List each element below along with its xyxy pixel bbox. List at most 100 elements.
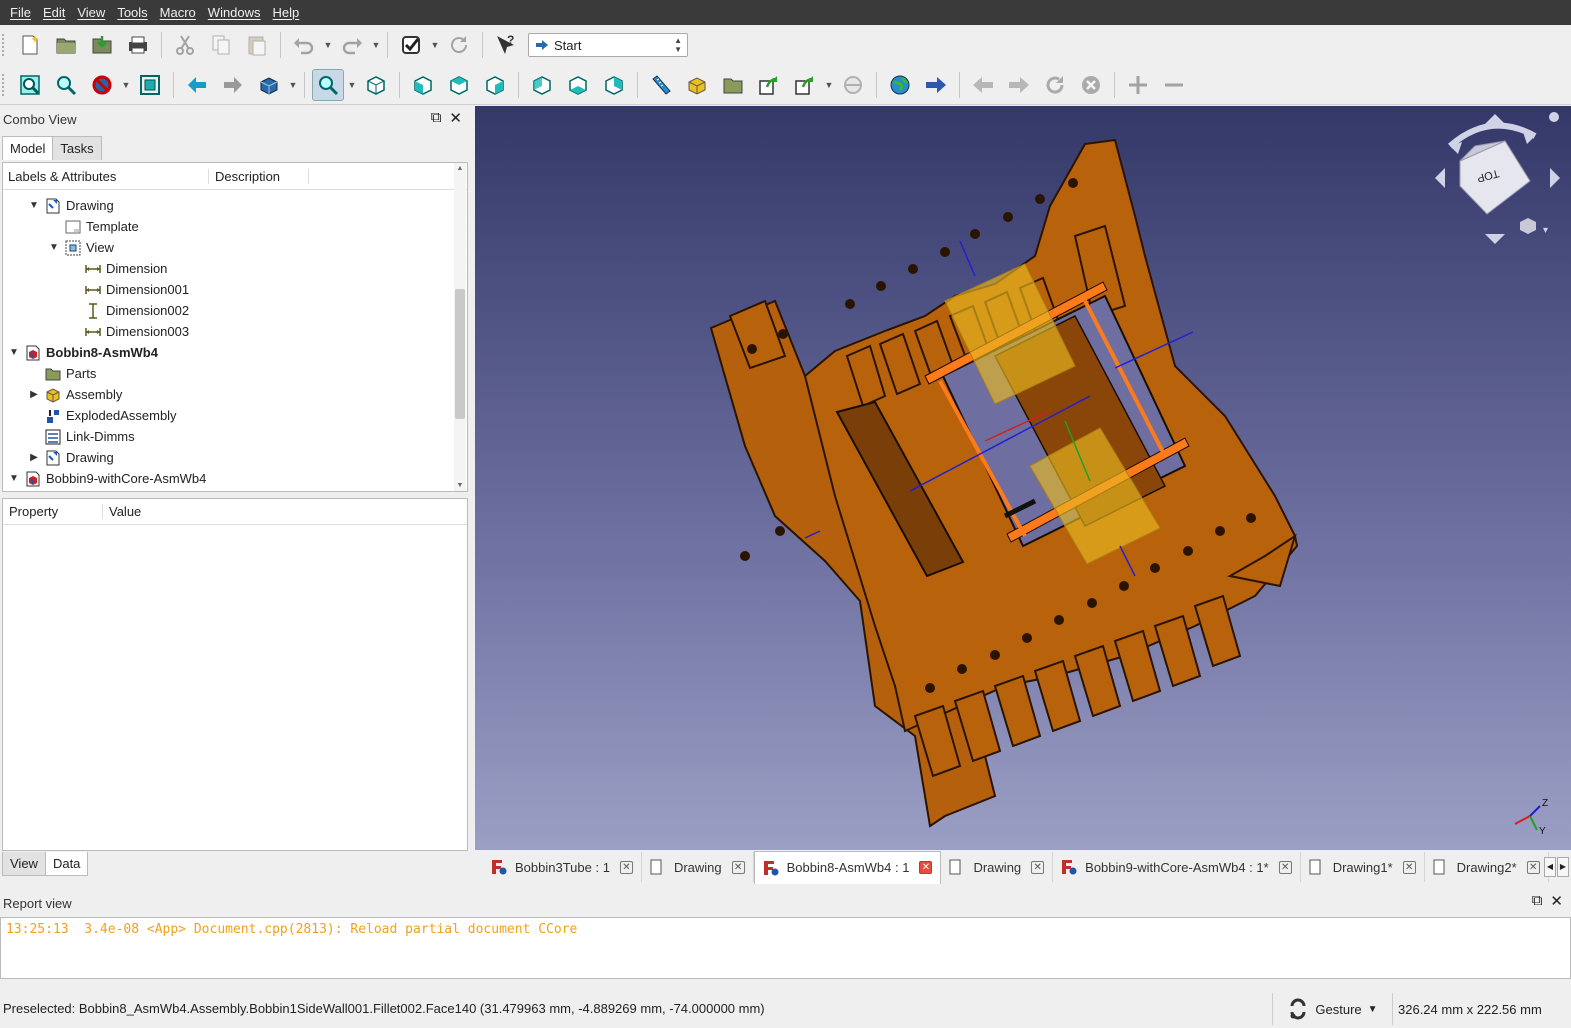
tab-view[interactable]: View: [2, 852, 46, 876]
link-select-icon[interactable]: [837, 69, 869, 101]
nav-forward-icon[interactable]: [217, 69, 249, 101]
property-editor[interactable]: Property Value: [2, 498, 468, 851]
draw-style-icon[interactable]: [86, 69, 118, 101]
tree-item-drawing[interactable]: ▼ Drawing: [27, 195, 114, 216]
top-view-icon[interactable]: [443, 69, 475, 101]
close-tab-icon[interactable]: ✕: [1526, 860, 1540, 874]
scroll-down-icon[interactable]: ▼: [454, 482, 466, 489]
menu-edit[interactable]: Edit: [37, 0, 71, 25]
tab-tasks[interactable]: Tasks: [52, 136, 102, 160]
view-zoom-icon[interactable]: [312, 68, 344, 101]
menu-file[interactable]: File: [4, 0, 37, 25]
collapsed-arrow-icon[interactable]: ▶: [27, 452, 41, 463]
link-make-icon[interactable]: [753, 69, 785, 101]
rear-view-icon[interactable]: [526, 69, 558, 101]
view-box-icon[interactable]: [253, 69, 285, 101]
front-view-icon[interactable]: [407, 69, 439, 101]
toolbar-grip[interactable]: [2, 34, 8, 56]
menu-windows[interactable]: Windows: [202, 0, 267, 25]
toolbar-grip[interactable]: [2, 73, 8, 96]
menu-tools[interactable]: Tools: [111, 0, 153, 25]
web-refresh-icon[interactable]: [1039, 69, 1071, 101]
expanded-arrow-icon[interactable]: ▼: [27, 200, 41, 211]
refresh-dropdown-icon[interactable]: ▼: [429, 40, 441, 50]
link-dropdown-icon[interactable]: ▼: [823, 80, 835, 90]
scroll-up-icon[interactable]: ▲: [454, 165, 466, 172]
undock-icon[interactable]: ⧉: [431, 109, 442, 127]
doc-tab-drawing2[interactable]: Drawing2* ✕: [1425, 852, 1549, 882]
property-column[interactable]: Property: [3, 504, 103, 519]
scrollbar-thumb[interactable]: [455, 289, 465, 419]
tree-item-dimension[interactable]: Dimension: [85, 258, 167, 279]
part-container-icon[interactable]: [681, 69, 713, 101]
close-icon[interactable]: ✕: [1550, 892, 1563, 910]
isometric-view-icon[interactable]: [360, 69, 392, 101]
tree-item-view[interactable]: ▼ View: [47, 237, 114, 258]
doc-tab-drawing[interactable]: Drawing ✕: [642, 852, 754, 882]
tree-column-description[interactable]: Description: [209, 168, 309, 184]
refresh-check-icon[interactable]: [395, 29, 427, 61]
close-tab-icon[interactable]: ✕: [1402, 860, 1416, 874]
right-view-icon[interactable]: [479, 69, 511, 101]
bottom-view-icon[interactable]: [562, 69, 594, 101]
workbench-selector[interactable]: Start ▲ ▼: [528, 33, 688, 57]
link-actions-icon[interactable]: [789, 69, 821, 101]
expanded-arrow-icon[interactable]: ▼: [7, 473, 21, 484]
value-column[interactable]: Value: [103, 504, 141, 519]
fit-all-icon[interactable]: [14, 69, 46, 101]
draw-style-dropdown-icon[interactable]: ▼: [120, 80, 132, 90]
web-start-icon[interactable]: [884, 69, 916, 101]
print-icon[interactable]: [122, 29, 154, 61]
tree-item-assembly[interactable]: ▶ Assembly: [27, 384, 122, 405]
tree-item-dimension001[interactable]: Dimension001: [85, 279, 189, 300]
zoom-in-icon[interactable]: [1122, 69, 1154, 101]
undo-icon[interactable]: [288, 29, 320, 61]
nav-back-icon[interactable]: [181, 69, 213, 101]
tree-scrollbar[interactable]: ▲ ▼: [454, 163, 466, 491]
tab-data[interactable]: Data: [44, 852, 89, 876]
close-tab-icon[interactable]: ✕: [619, 860, 633, 874]
tree-item-dimension003[interactable]: Dimension003: [85, 321, 189, 342]
expanded-arrow-icon[interactable]: ▼: [47, 242, 61, 253]
redo-dropdown-icon[interactable]: ▼: [370, 40, 382, 50]
doc-tab-bobbin8-asmwb4[interactable]: Bobbin8-AsmWb4 : 1 ✕: [753, 850, 942, 884]
model-tree[interactable]: Labels & Attributes Description ▼ Drawin…: [2, 162, 468, 492]
redo-icon[interactable]: [336, 29, 368, 61]
expanded-arrow-icon[interactable]: ▼: [7, 347, 21, 358]
save-icon[interactable]: [86, 29, 118, 61]
undock-icon[interactable]: ⧉: [1532, 892, 1543, 910]
zoom-out-icon[interactable]: [1158, 69, 1190, 101]
web-stop-icon[interactable]: [1075, 69, 1107, 101]
menu-view[interactable]: View: [71, 0, 111, 25]
doc-tab-bobbin3tube[interactable]: Bobbin3Tube : 1 ✕: [483, 852, 642, 882]
web-go-icon[interactable]: [920, 69, 952, 101]
recompute-icon[interactable]: [443, 29, 475, 61]
tree-item-parts[interactable]: Parts: [45, 363, 96, 384]
3d-viewport[interactable]: TOP ▾ Z Y: [475, 106, 1571, 850]
report-output[interactable]: 13:25:13 3.4e-08 <App> Document.cpp(2813…: [0, 917, 1571, 979]
tab-scroll-right-icon[interactable]: ▶: [1557, 857, 1569, 877]
tree-item-bobbin9-withcore-asmwb4[interactable]: ▼ Bobbin9-withCore-AsmWb4: [7, 468, 206, 489]
close-icon[interactable]: ✕: [449, 109, 462, 127]
web-back-icon[interactable]: [967, 69, 999, 101]
fit-selection-icon[interactable]: [50, 69, 82, 101]
whats-this-icon[interactable]: ?: [490, 29, 522, 61]
close-tab-icon[interactable]: ✕: [731, 860, 745, 874]
navigation-style-selector[interactable]: Gesture ▼: [1273, 993, 1393, 1025]
view-box-dropdown-icon[interactable]: ▼: [287, 80, 299, 90]
navigation-cube[interactable]: TOP ▾: [1435, 112, 1560, 244]
3d-model-scene[interactable]: TOP ▾ Z Y: [475, 106, 1571, 850]
tree-item-link-dimms[interactable]: Link-Dimms: [45, 426, 135, 447]
tree-item-drawing-2[interactable]: ▶ Drawing: [27, 447, 114, 468]
new-document-icon[interactable]: [14, 29, 46, 61]
measure-icon[interactable]: [645, 69, 677, 101]
open-icon[interactable]: [50, 29, 82, 61]
copy-icon[interactable]: [205, 29, 237, 61]
undo-dropdown-icon[interactable]: ▼: [322, 40, 334, 50]
group-folder-icon[interactable]: [717, 69, 749, 101]
web-forward-icon[interactable]: [1003, 69, 1035, 101]
close-tab-icon[interactable]: ✕: [919, 861, 933, 874]
collapsed-arrow-icon[interactable]: ▶: [27, 389, 41, 400]
menu-help[interactable]: Help: [267, 0, 306, 25]
doc-tab-drawing1[interactable]: Drawing1* ✕: [1301, 852, 1425, 882]
